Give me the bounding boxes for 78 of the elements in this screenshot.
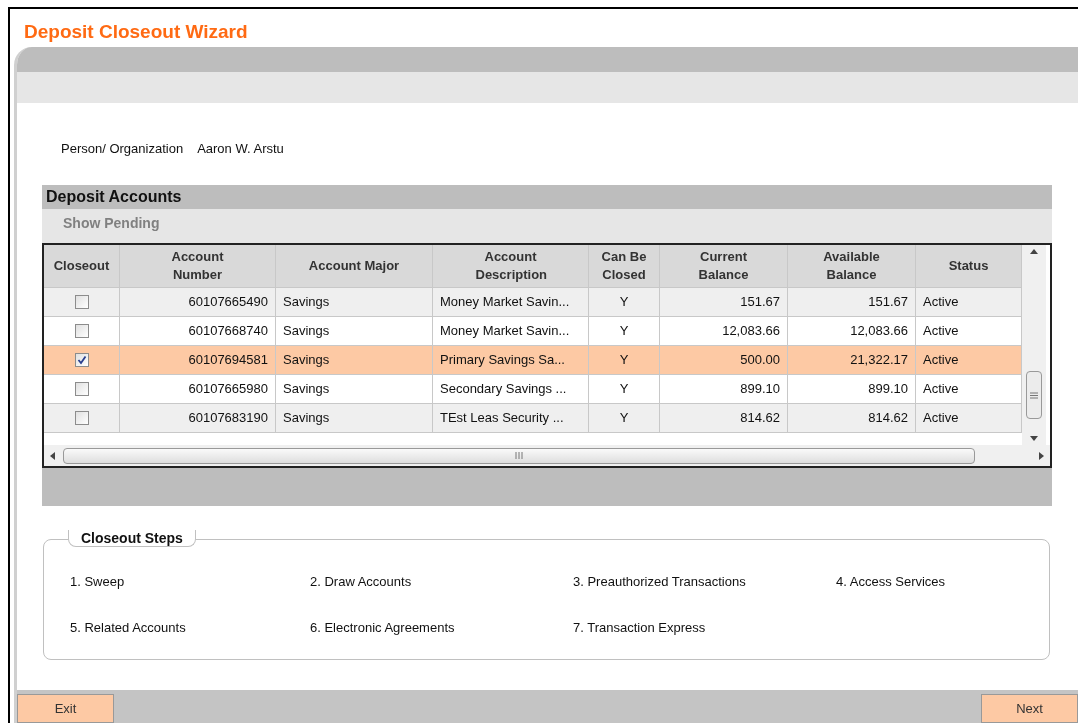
- grip-icon: [1030, 391, 1038, 399]
- table-cell-text: 60107665980: [188, 380, 268, 399]
- scroll-down-icon[interactable]: [1030, 436, 1038, 441]
- checkbox[interactable]: [74, 382, 89, 396]
- column-header[interactable]: Status: [948, 257, 989, 275]
- scroll-up-icon[interactable]: [1030, 249, 1038, 254]
- step-item: 2. Draw Accounts: [310, 573, 413, 591]
- check-icon: [76, 355, 87, 365]
- table-cell-text: Active: [923, 409, 959, 428]
- column-header[interactable]: Closeout: [53, 257, 110, 275]
- table-cell-text: 60107665490: [188, 293, 268, 312]
- table-cell-text: Active: [923, 322, 959, 341]
- next-button[interactable]: Next: [981, 694, 1078, 723]
- table-cell-text: Secondary Savings ...: [440, 380, 567, 399]
- exit-button[interactable]: Exit: [17, 694, 114, 723]
- table-cell-text: 12,083.66: [850, 322, 908, 341]
- checkbox[interactable]: [74, 411, 89, 425]
- table-cell-text: Savings: [283, 351, 330, 370]
- vertical-scrollbar[interactable]: [1022, 245, 1046, 445]
- steps-title: Closeout Steps: [68, 530, 196, 547]
- table-cell-text: Savings: [283, 322, 330, 341]
- step-item: 1. Sweep: [70, 573, 126, 591]
- table-row[interactable]: 60107694581 Savings Primary Savings Sa... Y 500.00 21,322.17 Active: [44, 346, 1022, 375]
- step-item: 7. Transaction Express: [573, 618, 707, 637]
- table-cell-text: Savings: [283, 409, 330, 428]
- table-cell-text: 60107668740: [188, 322, 268, 341]
- table-cell-text: 60107694581: [188, 351, 268, 370]
- table-cell-text: Y: [619, 293, 629, 312]
- column-header[interactable]: Account Description: [475, 248, 546, 284]
- table-cell-text: 814.62: [740, 409, 780, 428]
- table-row[interactable]: 60107665490 Savings Money Market Savin... Y 151.67 151.67 Active: [44, 288, 1022, 317]
- scroll-right-icon[interactable]: [1039, 451, 1044, 460]
- column-header[interactable]: Account Number: [162, 248, 233, 284]
- table-cell-text: Savings: [283, 380, 330, 399]
- column-header[interactable]: Current Balance: [688, 248, 759, 284]
- table-row[interactable]: 60107683190 Savings TEst Leas Security ... Y 814.62 814.62 Active: [44, 404, 1022, 433]
- table-cell-text: Active: [923, 293, 959, 312]
- table-cell-text: Y: [619, 322, 629, 341]
- column-header[interactable]: Available Balance: [816, 248, 887, 284]
- table-cell-text: Money Market Savin...: [440, 322, 570, 341]
- table-cell-text: 21,322.17: [850, 351, 908, 370]
- table-cell-text: Primary Savings Sa...: [440, 351, 565, 370]
- scroll-left-icon[interactable]: [50, 451, 55, 460]
- table-cell-text: 12,083.66: [722, 322, 780, 341]
- table-cell-text: 151.67: [740, 293, 780, 312]
- grip-icon: [515, 452, 523, 459]
- step-item: 3. Preauthorized Transactions: [573, 573, 747, 591]
- step-item: 4. Access Services: [836, 573, 947, 591]
- checkbox[interactable]: [74, 324, 89, 338]
- table-cell-text: 899.10: [868, 380, 908, 399]
- table-cell-text: TEst Leas Security ...: [440, 409, 564, 428]
- table-cell-text: Savings: [283, 293, 330, 312]
- table-cell-text: 500.00: [740, 351, 780, 370]
- horizontal-scrollbar[interactable]: [44, 445, 1050, 466]
- table-cell-text: Active: [923, 380, 959, 399]
- checkbox[interactable]: [74, 353, 89, 367]
- section-title: Deposit Accounts: [46, 187, 182, 207]
- table-cell-text: 151.67: [868, 293, 908, 312]
- step-item: 5. Related Accounts: [70, 618, 187, 637]
- column-header[interactable]: Account Major: [308, 257, 400, 275]
- table-cell-text: Money Market Savin...: [440, 293, 570, 312]
- table-row[interactable]: 60107668740 Savings Money Market Savin... Y 12,083.66 12,083.66 Active: [44, 317, 1022, 346]
- window-title: Deposit Closeout Wizard: [24, 21, 248, 42]
- table-cell-text: Y: [619, 409, 629, 428]
- table-cell-text: Active: [923, 351, 959, 370]
- field-value: Aaron W. Arstu: [197, 140, 284, 158]
- table-cell-text: Y: [619, 380, 629, 399]
- table-cell-text: 814.62: [868, 409, 908, 428]
- field-label: Person/ Organization: [61, 140, 184, 158]
- scroll-thumb[interactable]: [1026, 371, 1042, 419]
- scroll-thumb[interactable]: [63, 447, 975, 464]
- table-cell-text: 899.10: [740, 380, 780, 399]
- table-cell-text: Y: [619, 351, 629, 370]
- table-cell-text: 60107683190: [188, 409, 268, 428]
- checkbox[interactable]: [74, 295, 89, 309]
- step-item: 6. Electronic Agreements: [310, 618, 456, 637]
- column-header[interactable]: Can Be Closed: [593, 248, 655, 284]
- table-row[interactable]: 60107665980 Savings Secondary Savings ... Y 899.10 899.10 Active: [44, 375, 1022, 404]
